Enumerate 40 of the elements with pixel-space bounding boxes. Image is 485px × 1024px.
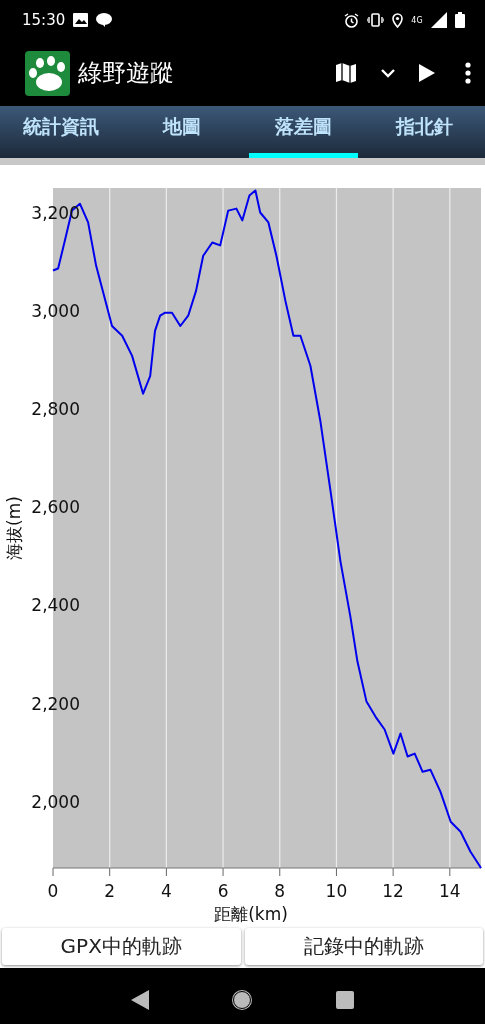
play-icon[interactable]	[419, 64, 435, 82]
tick-label: 2,800	[31, 398, 80, 419]
signal-icon	[431, 12, 447, 28]
tab[interactable]: 地圖	[127, 106, 237, 158]
network-type: 4G	[411, 15, 423, 25]
vibrate-icon	[367, 13, 384, 27]
tab[interactable]: 指北針	[369, 106, 479, 158]
tick-label: 2,200	[31, 693, 80, 714]
tick-label: 8	[274, 881, 286, 901]
home-icon[interactable]	[231, 988, 254, 1011]
tick-label: 3,000	[31, 300, 80, 321]
tick-label: 2,400	[31, 595, 80, 616]
track-button[interactable]: 記錄中的軌跡	[244, 928, 483, 965]
map-icon[interactable]	[335, 62, 357, 84]
more-menu-icon[interactable]	[465, 62, 471, 84]
clock-time: 15:30	[22, 11, 66, 29]
tick-label: 4	[160, 881, 172, 901]
alarm-icon	[344, 12, 359, 28]
tab[interactable]: 統計資訊	[6, 106, 116, 158]
axis-title: 海拔(m)	[4, 496, 24, 560]
tick-label: 2	[104, 881, 116, 901]
tick-label: 14	[439, 881, 461, 901]
tick-label: 6	[217, 881, 229, 901]
app-title: 綠野遊蹤	[78, 58, 175, 89]
tick-label: 2,000	[31, 791, 80, 812]
axis-title: 距離(km)	[214, 904, 288, 924]
track-button[interactable]: GPX中的軌跡	[2, 928, 241, 965]
tick-label: 0	[47, 881, 59, 901]
battery-icon	[455, 12, 465, 28]
paw-logo-icon	[25, 50, 70, 96]
back-icon[interactable]	[131, 989, 150, 1010]
chat-bubble-icon	[96, 13, 113, 27]
image-icon	[73, 13, 89, 27]
tab[interactable]: 落差圖	[248, 106, 358, 158]
tick-label: 10	[325, 881, 348, 901]
location-icon	[392, 12, 403, 28]
chevron-down-icon[interactable]	[381, 68, 395, 78]
tick-label: 2,600	[31, 497, 80, 518]
recents-icon[interactable]	[335, 990, 354, 1009]
tick-label: 12	[382, 881, 404, 901]
